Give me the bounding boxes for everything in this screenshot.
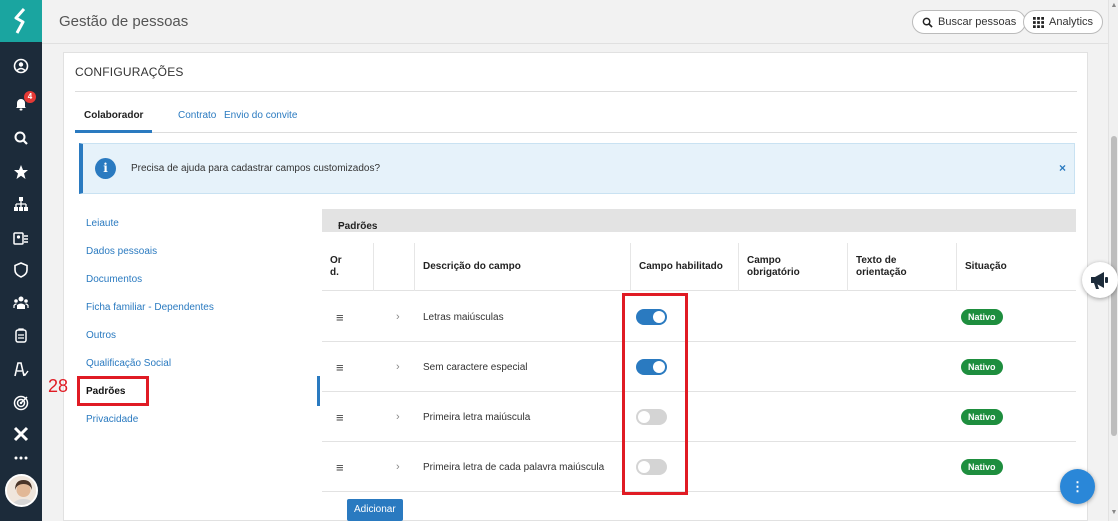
more-icon[interactable] — [0, 444, 42, 472]
table-row: ≡ › Sem caractere especial Nativo — [322, 342, 1076, 392]
chevron-right-icon[interactable]: › — [396, 342, 400, 392]
building-icon[interactable] — [0, 322, 42, 350]
search-people-label: Buscar pessoas — [938, 16, 1017, 28]
table-row: ≡ › Primeira letra maiúscula Nativo — [322, 392, 1076, 442]
subnav-item-leiaute[interactable]: Leiaute — [86, 218, 119, 229]
id-card-icon[interactable] — [0, 224, 42, 252]
top-header: Gestão de pessoas Buscar pessoas Analyti… — [42, 0, 1108, 44]
search-icon[interactable] — [0, 124, 42, 152]
section-title: CONFIGURAÇÕES — [75, 65, 184, 79]
scroll-down-arrow[interactable]: ▼ — [1110, 509, 1118, 516]
user-circle-icon[interactable] — [0, 52, 42, 80]
search-people-button[interactable]: Buscar pessoas — [912, 10, 1027, 34]
page-scrollbar[interactable]: ▲ ▼ — [1108, 0, 1118, 521]
grid-icon — [1033, 16, 1044, 28]
divider — [75, 91, 1077, 92]
group-title: Padrões — [338, 221, 378, 232]
tab-contrato[interactable]: Contrato — [178, 110, 216, 133]
subnav-item-ficha-familiar[interactable]: Ficha familiar - Dependentes — [86, 302, 214, 313]
status-badge: Nativo — [961, 442, 1003, 492]
col-obrigatorio: Campo obrigatório — [739, 243, 848, 291]
chevron-right-icon[interactable]: › — [396, 292, 400, 342]
page-header-title: Gestão de pessoas — [59, 13, 189, 30]
bell-icon[interactable]: 4 — [0, 90, 42, 118]
help-alert: i Precisa de ajuda para cadastrar campos… — [79, 143, 1075, 194]
field-description: Primeira letra maiúscula — [423, 411, 531, 423]
close-icon[interactable]: × — [1059, 161, 1066, 175]
tab-colaborador[interactable]: Colaborador — [75, 110, 153, 133]
drag-handle-icon[interactable]: ≡ — [336, 292, 344, 342]
subnav-item-documentos[interactable]: Documentos — [86, 274, 142, 285]
left-rail: 4 — [0, 0, 42, 521]
col-habilitado: Campo habilitado — [631, 243, 739, 291]
annotation-box-toggles — [622, 293, 688, 495]
drag-handle-icon[interactable]: ≡ — [336, 442, 344, 492]
table-row: ≡ › Primeira letra de cada palavra maiús… — [322, 442, 1076, 492]
scroll-up-arrow[interactable]: ▲ — [1110, 2, 1118, 9]
target-icon[interactable] — [0, 389, 42, 417]
tab-bar: Colaborador Contrato Envio do convite — [75, 109, 1077, 133]
col-orientacao: Texto de orientação — [848, 243, 957, 291]
chevron-right-icon[interactable]: › — [396, 392, 400, 442]
org-chart-icon[interactable] — [0, 190, 42, 218]
status-badge: Nativo — [961, 292, 1003, 342]
group-header[interactable]: − Padrões — [322, 209, 1076, 232]
field-description: Sem caractere especial — [423, 361, 528, 373]
info-icon: i — [95, 158, 116, 179]
analytics-button[interactable]: Analytics — [1023, 10, 1104, 34]
field-description: Letras maiúsculas — [423, 311, 504, 323]
drag-handle-icon[interactable]: ≡ — [336, 392, 344, 442]
shield-icon[interactable] — [0, 256, 42, 284]
col-ord: Or d. — [322, 243, 374, 291]
subnav-item-dados-pessoais[interactable]: Dados pessoais — [86, 246, 157, 257]
active-item-indicator — [317, 376, 320, 406]
table-header-row: Or d. Descrição do campo Campo habilitado… — [322, 243, 1076, 291]
avatar[interactable] — [5, 474, 38, 507]
tab-envio-convite[interactable]: Envio do convite — [224, 110, 297, 133]
alert-text[interactable]: Precisa de ajuda para cadastrar campos c… — [131, 163, 380, 174]
settings-card: CONFIGURAÇÕES Colaborador Contrato Envio… — [63, 52, 1088, 521]
status-badge: Nativo — [961, 342, 1003, 392]
chevron-right-icon[interactable]: › — [396, 442, 400, 492]
subnav-item-outros[interactable]: Outros — [86, 330, 116, 341]
megaphone-icon[interactable] — [1082, 262, 1118, 298]
status-badge: Nativo — [961, 392, 1003, 442]
logo-icon[interactable] — [0, 0, 42, 42]
notification-badge: 4 — [24, 91, 36, 103]
team-icon[interactable] — [0, 289, 42, 317]
analytics-label: Analytics — [1049, 16, 1094, 28]
star-icon[interactable] — [0, 158, 42, 186]
app-root: 4 Gestão de pessoas Buscar pessoas Analy… — [0, 0, 1118, 521]
col-situacao: Situação — [965, 261, 1007, 272]
annotation-number: 28 — [48, 376, 69, 396]
field-description: Primeira letra de cada palavra maiúscula — [423, 461, 605, 473]
person-check-icon[interactable] — [0, 355, 42, 383]
table-row: ≡ › Letras maiúsculas Nativo — [322, 292, 1076, 342]
search-icon — [922, 17, 933, 28]
col-expand — [374, 243, 415, 291]
subnav-item-privacidade[interactable]: Privacidade — [86, 414, 138, 425]
annotation-box-padroes — [77, 376, 149, 406]
col-descricao: Descrição do campo — [415, 243, 631, 291]
add-button[interactable]: Adicionar — [347, 499, 403, 521]
more-actions-button[interactable]: ⋮ — [1060, 469, 1095, 504]
drag-handle-icon[interactable]: ≡ — [336, 342, 344, 392]
subnav-item-qualificacao-social[interactable]: Qualificação Social — [86, 358, 171, 369]
